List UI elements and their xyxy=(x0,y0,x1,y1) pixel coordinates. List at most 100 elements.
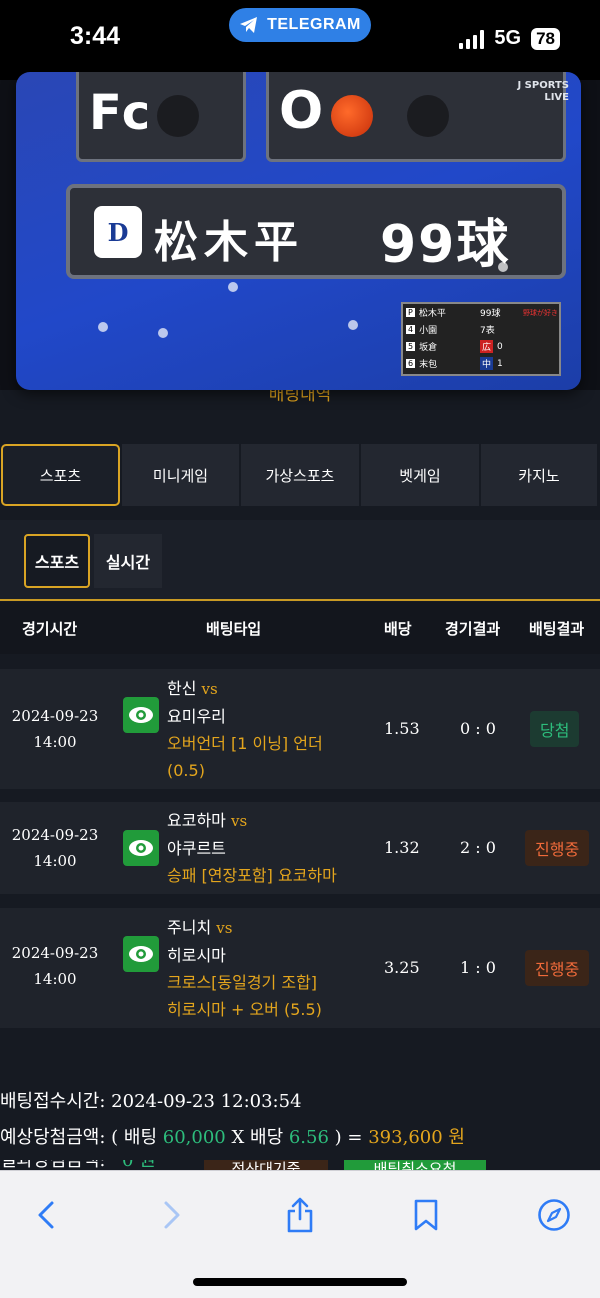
bet-datetime: 2024-09-23 14:00 xyxy=(10,940,100,992)
away-team: 요미우리 xyxy=(167,707,226,726)
currency-label: 원 xyxy=(448,1127,465,1148)
lineup-row: 5 坂倉 xyxy=(406,342,438,353)
status-time: 3:44 xyxy=(70,22,121,50)
telegram-return-pill[interactable]: TELEGRAM xyxy=(229,8,371,42)
column-header-score: 경기결과 xyxy=(445,620,501,638)
away-team: 히로시마 xyxy=(167,946,226,965)
bet-type: 승패 [연장포함] 요코하마 xyxy=(167,866,337,885)
forward-button[interactable] xyxy=(150,1193,194,1237)
inning-label: 7表 xyxy=(480,326,495,336)
bet-amount: 60,000 xyxy=(162,1127,226,1148)
bookmark-icon xyxy=(414,1199,438,1231)
column-header-time: 경기시간 xyxy=(22,620,78,638)
share-button[interactable] xyxy=(278,1193,322,1237)
table-header: 경기시간 배팅타입 배당 경기결과 배팅결과 xyxy=(0,602,600,654)
status-badge: 당첨 xyxy=(530,711,580,747)
scoreboard-fc-label: Fc xyxy=(89,85,151,141)
scoreboard-lamp-on xyxy=(331,95,373,137)
scoreboard-lamp xyxy=(407,95,449,137)
chevron-right-icon xyxy=(164,1201,180,1229)
team-score: 1 xyxy=(497,358,503,369)
bookmarks-button[interactable] xyxy=(404,1193,448,1237)
safari-button[interactable] xyxy=(532,1193,576,1237)
bet-time: 14:00 xyxy=(33,733,77,751)
section-divider xyxy=(0,599,600,601)
vs-label: vs xyxy=(216,919,233,937)
pip-video-player[interactable]: Fc O J SPORTS LIVE D 松木平 99球 P 松木平 4 小園 5坂… xyxy=(16,72,581,390)
bet-type-line: (0.5) xyxy=(167,761,205,780)
bet-description: 요코하마 vs 야쿠르트 승패 [연장포함] 요코하마 xyxy=(167,807,377,889)
bet-date: 2024-09-23 xyxy=(11,707,99,725)
pitcher-name: 松木平 xyxy=(154,217,304,268)
total-odds: 6.56 xyxy=(288,1127,329,1148)
scoreboard-lamp xyxy=(157,95,199,137)
away-team: 야쿠르트 xyxy=(167,839,226,858)
vs-label: vs xyxy=(230,812,248,830)
mini-scoreboard: P 松木平 4 小園 5 坂倉 6 末包 99球 野球が好き 7表 広0 中1 xyxy=(401,302,561,376)
pitch-count: 99球 xyxy=(380,215,511,275)
bet-type: 오버언더 [1 이닝] 언더 xyxy=(167,734,323,753)
view-details-button[interactable] xyxy=(123,936,159,972)
game-score: 0 : 0 xyxy=(460,719,496,738)
subtab-live[interactable]: 실시간 xyxy=(94,534,162,588)
equals-label: ) = xyxy=(334,1127,363,1148)
bet-time: 14:00 xyxy=(33,852,77,870)
tab-minigame[interactable]: 미니게임 xyxy=(122,444,239,506)
tab-sports[interactable]: 스포츠 xyxy=(1,444,120,506)
bet-summary: 배팅접수시간: 2024-09-23 12:03:54 예상당첨금액: ( 배팅… xyxy=(0,1086,600,1158)
expected-payout: 393,600 xyxy=(368,1127,443,1148)
column-header-type: 배팅타입 xyxy=(206,620,262,638)
received-time-value: 2024-09-23 12:03:54 xyxy=(111,1091,302,1112)
status-badge: 진행중 xyxy=(525,830,590,866)
received-time-label: 배팅접수시간: xyxy=(0,1091,106,1112)
scoreboard-fc: Fc xyxy=(76,72,246,162)
network-type: 5G xyxy=(494,27,522,49)
eye-icon xyxy=(129,840,153,856)
expected-payout-line: 예상당첨금액: ( 배팅 60,000 X 배당 6.56 ) = 393,60… xyxy=(0,1122,600,1158)
bet-datetime: 2024-09-23 14:00 xyxy=(10,822,100,874)
bet-odds: 3.25 xyxy=(384,958,420,977)
team-tag: 中 xyxy=(480,357,494,370)
lineup-row: 6 末包 xyxy=(406,359,438,370)
tab-virtual-sports[interactable]: 가상스포츠 xyxy=(241,444,359,506)
sub-tabs: 스포츠 실시간 xyxy=(0,520,600,600)
bet-description: 한신 vs 요미우리 오버언더 [1 이닝] 언더 (0.5) xyxy=(167,675,377,784)
lineup-row: 4 小園 xyxy=(406,325,438,336)
bet-type: 크로스[동일경기 조합] xyxy=(167,973,318,992)
bet-date: 2024-09-23 xyxy=(11,826,99,844)
home-team: 한신 xyxy=(167,679,197,698)
odds-label: X 배당 xyxy=(231,1127,284,1148)
tab-casino[interactable]: 카지노 xyxy=(481,444,597,506)
back-button[interactable] xyxy=(24,1193,68,1237)
home-team: 주니치 xyxy=(167,918,212,937)
bet-odds: 1.53 xyxy=(384,719,420,738)
pitcher-panel: D 松木平 99球 xyxy=(66,184,566,279)
status-badge: 진행중 xyxy=(525,950,590,986)
scoreboard-out-label: O xyxy=(279,81,324,141)
main-category-tabs: 스포츠 미니게임 가상스포츠 벳게임 카지노 xyxy=(0,444,600,510)
column-header-odds: 배당 xyxy=(384,620,412,638)
battery-icon: 78 xyxy=(531,27,560,50)
eye-icon xyxy=(129,707,153,723)
game-score: 2 : 0 xyxy=(460,838,496,857)
home-indicator[interactable] xyxy=(193,1278,407,1286)
view-details-button[interactable] xyxy=(123,697,159,733)
tab-betgame[interactable]: 벳게임 xyxy=(361,444,479,506)
bet-time: 14:00 xyxy=(33,970,77,988)
bet-odds: 1.32 xyxy=(384,838,420,857)
lineup-row: P 松木平 xyxy=(406,308,446,319)
sponsor-label: 野球が好き xyxy=(523,308,558,317)
chevron-left-icon xyxy=(38,1201,54,1229)
received-time-line: 배팅접수시간: 2024-09-23 12:03:54 xyxy=(0,1086,600,1122)
subtab-sports[interactable]: 스포츠 xyxy=(24,534,90,588)
column-header-result: 배팅결과 xyxy=(529,620,585,638)
table-row: 2024-09-23 14:00 한신 vs 요미우리 오버언더 [1 이닝] … xyxy=(0,669,600,789)
status-indicators: 5G 78 xyxy=(459,27,560,50)
broadcast-logo: J SPORTS LIVE xyxy=(517,80,569,104)
broadcaster-name: J SPORTS xyxy=(517,80,569,91)
vs-label: vs xyxy=(201,680,218,698)
view-details-button[interactable] xyxy=(123,830,159,866)
bet-date: 2024-09-23 xyxy=(11,944,99,962)
telegram-label: TELEGRAM xyxy=(267,16,361,33)
bet-datetime: 2024-09-23 14:00 xyxy=(10,703,100,755)
